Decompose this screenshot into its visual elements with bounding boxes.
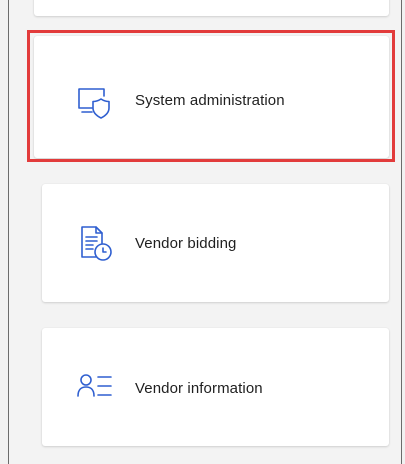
person-list-icon [76, 368, 114, 406]
workspace-tile-system-administration[interactable]: System administration [34, 36, 389, 158]
tile-label: System administration [135, 92, 285, 109]
monitor-shield-icon [74, 84, 112, 122]
tile-label: Vendor information [135, 380, 263, 397]
document-clock-icon [76, 224, 114, 262]
workspace-tile-vendor-information[interactable]: Vendor information [42, 328, 389, 446]
tile-label: Vendor bidding [135, 235, 237, 252]
workspace-tile-vendor-bidding[interactable]: Vendor bidding [42, 184, 389, 302]
workspace-panel: System administration Vendor bidding Ven… [8, 0, 402, 464]
workspace-tile-previous[interactable] [34, 0, 389, 16]
